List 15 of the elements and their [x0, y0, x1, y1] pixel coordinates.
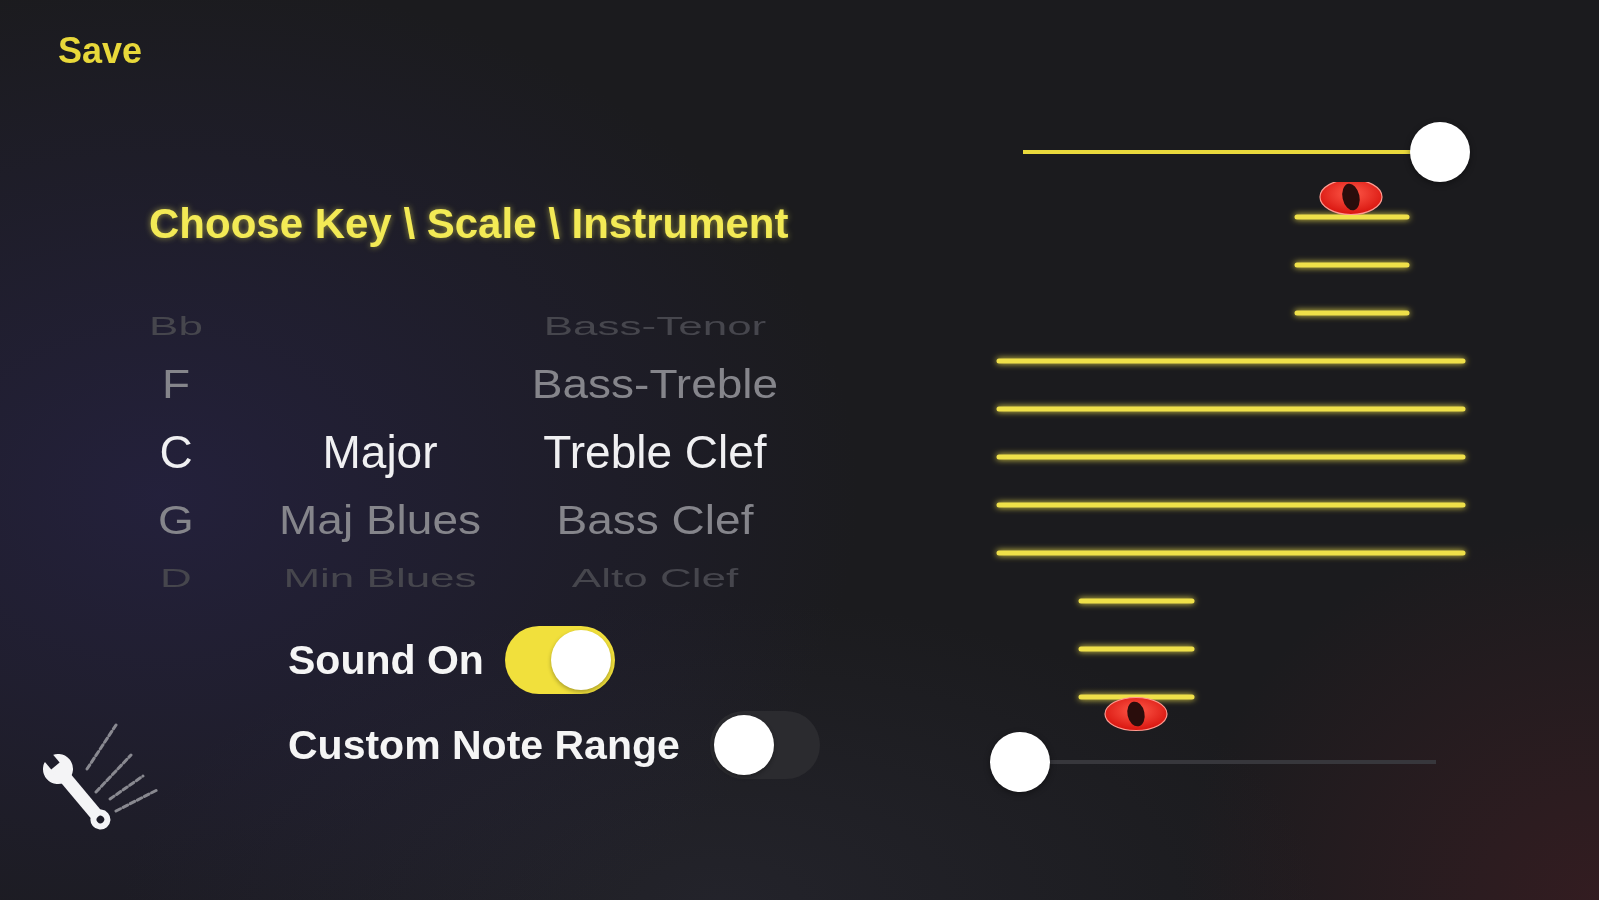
picker-item[interactable]: Bass Clef: [556, 499, 754, 541]
whole-note-icon: [1319, 182, 1383, 216]
picker-item[interactable]: Bass-Treble: [531, 363, 779, 405]
picker-item[interactable]: G: [158, 499, 194, 541]
page-title: Choose Key \ Scale \ Instrument: [149, 199, 789, 249]
picker-item[interactable]: F: [161, 363, 191, 405]
slider-thumb[interactable]: [990, 732, 1050, 792]
whole-note-icon: [1104, 696, 1168, 732]
toggle-label: Custom Note Range: [288, 721, 680, 769]
picker-item[interactable]: Maj Blues: [279, 499, 481, 541]
picker-item[interactable]: C: [159, 429, 193, 475]
slider-thumb[interactable]: [1410, 122, 1470, 182]
save-button[interactable]: Save: [58, 29, 143, 73]
picker-item[interactable]: Treble Clef: [543, 429, 767, 475]
toggle-label: Sound On: [288, 636, 484, 684]
